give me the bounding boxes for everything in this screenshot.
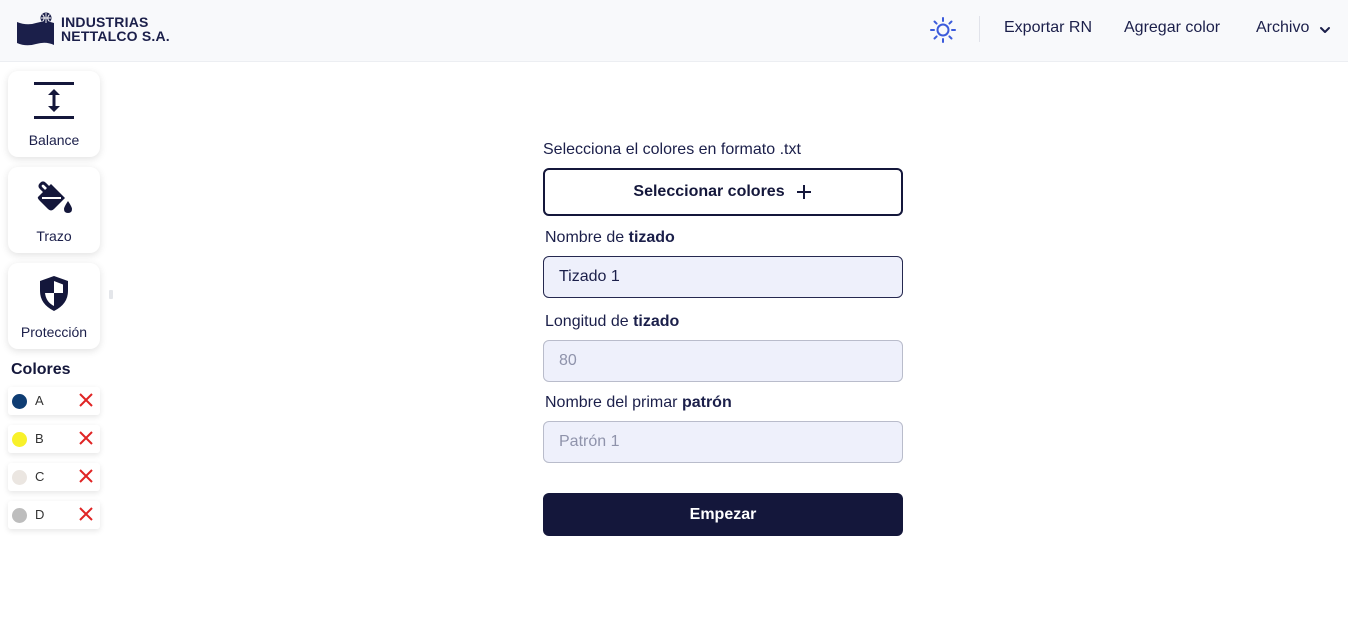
brand-logo[interactable]: INDUSTRIAS NETTALCO S.A.	[16, 12, 170, 46]
tool-balance[interactable]: Balance	[8, 71, 100, 157]
top-header: INDUSTRIAS NETTALCO S.A. Exportar RN Agr…	[0, 0, 1348, 62]
tool-trazo-label: Trazo	[36, 228, 72, 244]
pattern-name-input[interactable]	[543, 421, 903, 463]
tool-trazo[interactable]: Trazo	[8, 167, 100, 253]
tizado-name-label: Nombre de tizado	[545, 229, 675, 247]
color-item-c[interactable]: C	[8, 463, 100, 491]
close-icon[interactable]	[78, 468, 94, 484]
brand-line-1: INDUSTRIAS	[61, 14, 149, 30]
tizado-length-input[interactable]	[543, 340, 903, 382]
color-name: A	[35, 393, 44, 408]
file-select-label: Selecciona el colores en formato .txt	[543, 141, 801, 158]
color-item-b[interactable]: B	[8, 425, 100, 453]
color-swatch	[12, 508, 27, 523]
sidebar-resize-handle[interactable]	[109, 290, 113, 299]
color-name: B	[35, 431, 44, 446]
color-name: C	[35, 469, 45, 484]
export-rn-link[interactable]: Exportar RN	[1004, 19, 1092, 37]
label-bold: tizado	[628, 229, 675, 246]
color-item-a[interactable]: A	[8, 387, 100, 415]
color-item-d[interactable]: D	[8, 501, 100, 529]
header-divider	[979, 16, 980, 42]
select-colors-label: Seleccionar colores	[633, 183, 785, 200]
add-color-link[interactable]: Agregar color	[1124, 19, 1220, 37]
sun-icon[interactable]	[929, 16, 957, 44]
logo-flag-icon	[16, 12, 56, 46]
pattern-name-label: Nombre del primar patrón	[545, 394, 732, 412]
color-swatch	[12, 470, 27, 485]
paint-bucket-icon	[37, 181, 72, 213]
balance-icon	[34, 82, 74, 119]
close-icon[interactable]	[78, 430, 94, 446]
label-bold: patrón	[681, 394, 732, 411]
tool-proteccion-label: Protección	[20, 324, 88, 340]
color-swatch	[12, 432, 27, 447]
label-bold: tizado	[633, 313, 680, 330]
label-text: Nombre de	[545, 229, 625, 246]
file-menu[interactable]: Archivo	[1256, 19, 1309, 37]
tizado-name-input[interactable]	[543, 256, 903, 298]
close-icon[interactable]	[78, 506, 94, 522]
close-icon[interactable]	[78, 392, 94, 408]
color-swatch	[12, 394, 27, 409]
shield-icon	[40, 276, 68, 311]
label-text: Nombre del primar	[545, 394, 678, 411]
tool-proteccion[interactable]: Protección	[8, 263, 100, 349]
select-colors-button[interactable]: Seleccionar colores	[543, 168, 903, 216]
tool-balance-label: Balance	[28, 132, 80, 148]
brand-line-2: NETTALCO S.A.	[61, 28, 170, 44]
label-text: Longitud de	[545, 313, 629, 330]
plus-icon	[796, 185, 811, 199]
tizado-length-label: Longitud de tizado	[545, 313, 679, 331]
brand-name: INDUSTRIAS NETTALCO S.A.	[61, 12, 170, 43]
color-name: D	[35, 507, 45, 522]
colors-title: Colores	[11, 361, 71, 378]
chevron-down-icon[interactable]	[1318, 23, 1332, 37]
start-button[interactable]: Empezar	[543, 493, 903, 536]
